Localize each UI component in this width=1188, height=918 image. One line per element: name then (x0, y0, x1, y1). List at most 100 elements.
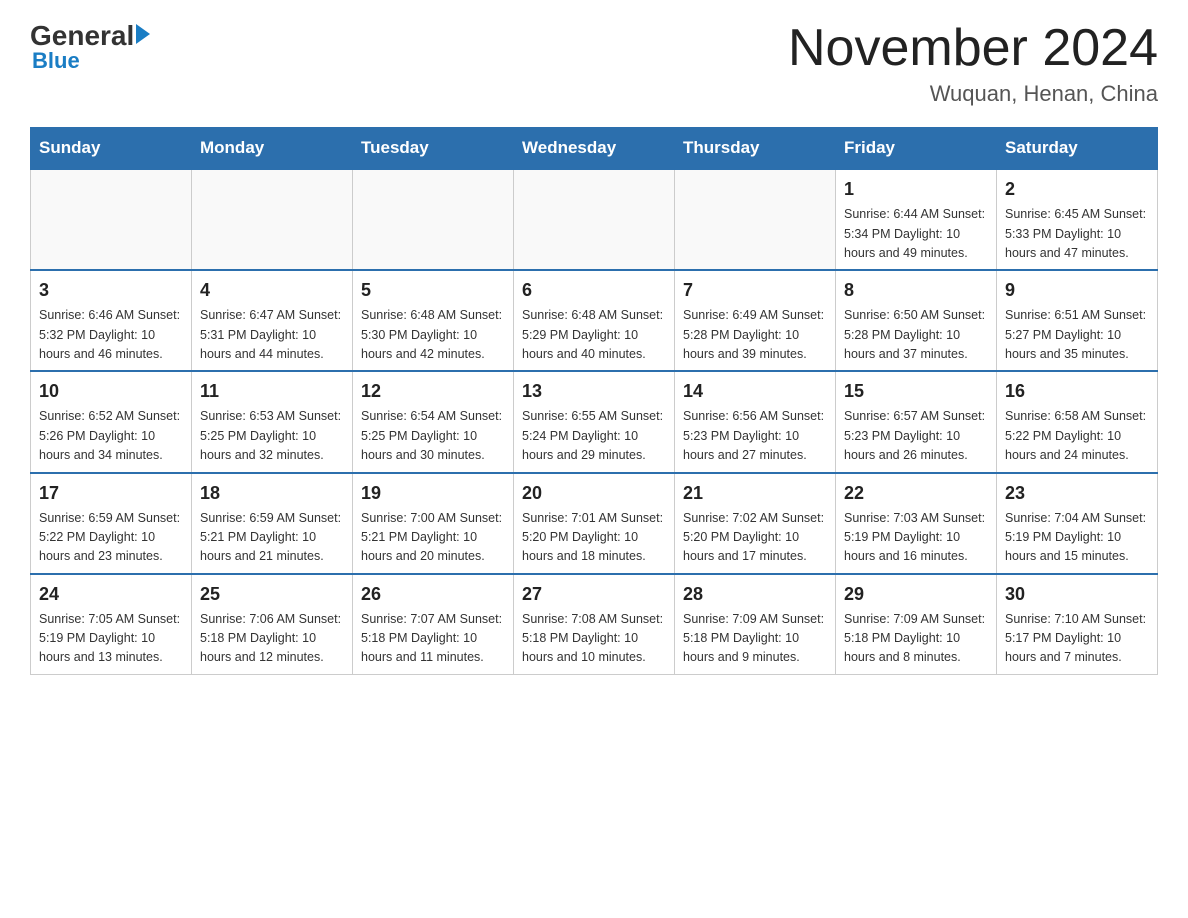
weekday-header-sunday: Sunday (31, 128, 192, 170)
calendar-cell: 21Sunrise: 7:02 AM Sunset: 5:20 PM Dayli… (675, 473, 836, 574)
day-number: 21 (683, 480, 827, 507)
calendar-cell: 24Sunrise: 7:05 AM Sunset: 5:19 PM Dayli… (31, 574, 192, 675)
day-info: Sunrise: 6:51 AM Sunset: 5:27 PM Dayligh… (1005, 306, 1149, 364)
day-number: 24 (39, 581, 183, 608)
calendar-cell: 17Sunrise: 6:59 AM Sunset: 5:22 PM Dayli… (31, 473, 192, 574)
calendar-cell (675, 169, 836, 270)
day-number: 16 (1005, 378, 1149, 405)
weekday-header-monday: Monday (192, 128, 353, 170)
calendar-cell: 25Sunrise: 7:06 AM Sunset: 5:18 PM Dayli… (192, 574, 353, 675)
calendar-cell: 19Sunrise: 7:00 AM Sunset: 5:21 PM Dayli… (353, 473, 514, 574)
day-number: 8 (844, 277, 988, 304)
calendar-cell: 18Sunrise: 6:59 AM Sunset: 5:21 PM Dayli… (192, 473, 353, 574)
location-title: Wuquan, Henan, China (788, 81, 1158, 107)
day-info: Sunrise: 6:59 AM Sunset: 5:21 PM Dayligh… (200, 509, 344, 567)
week-row-5: 24Sunrise: 7:05 AM Sunset: 5:19 PM Dayli… (31, 574, 1158, 675)
day-info: Sunrise: 7:07 AM Sunset: 5:18 PM Dayligh… (361, 610, 505, 668)
week-row-2: 3Sunrise: 6:46 AM Sunset: 5:32 PM Daylig… (31, 270, 1158, 371)
day-number: 29 (844, 581, 988, 608)
weekday-header-thursday: Thursday (675, 128, 836, 170)
calendar-cell: 9Sunrise: 6:51 AM Sunset: 5:27 PM Daylig… (997, 270, 1158, 371)
day-number: 11 (200, 378, 344, 405)
calendar-cell (353, 169, 514, 270)
day-number: 18 (200, 480, 344, 507)
calendar-cell: 23Sunrise: 7:04 AM Sunset: 5:19 PM Dayli… (997, 473, 1158, 574)
day-number: 19 (361, 480, 505, 507)
calendar-cell: 1Sunrise: 6:44 AM Sunset: 5:34 PM Daylig… (836, 169, 997, 270)
calendar-cell: 15Sunrise: 6:57 AM Sunset: 5:23 PM Dayli… (836, 371, 997, 472)
weekday-header-friday: Friday (836, 128, 997, 170)
day-number: 12 (361, 378, 505, 405)
weekday-header-saturday: Saturday (997, 128, 1158, 170)
day-number: 20 (522, 480, 666, 507)
calendar-cell: 6Sunrise: 6:48 AM Sunset: 5:29 PM Daylig… (514, 270, 675, 371)
day-number: 27 (522, 581, 666, 608)
day-info: Sunrise: 6:50 AM Sunset: 5:28 PM Dayligh… (844, 306, 988, 364)
calendar-cell: 3Sunrise: 6:46 AM Sunset: 5:32 PM Daylig… (31, 270, 192, 371)
month-title: November 2024 (788, 20, 1158, 77)
calendar-cell: 22Sunrise: 7:03 AM Sunset: 5:19 PM Dayli… (836, 473, 997, 574)
calendar-cell: 13Sunrise: 6:55 AM Sunset: 5:24 PM Dayli… (514, 371, 675, 472)
day-info: Sunrise: 6:48 AM Sunset: 5:29 PM Dayligh… (522, 306, 666, 364)
week-row-1: 1Sunrise: 6:44 AM Sunset: 5:34 PM Daylig… (31, 169, 1158, 270)
day-number: 5 (361, 277, 505, 304)
logo: General Blue (30, 20, 150, 74)
day-info: Sunrise: 7:08 AM Sunset: 5:18 PM Dayligh… (522, 610, 666, 668)
calendar-cell: 20Sunrise: 7:01 AM Sunset: 5:20 PM Dayli… (514, 473, 675, 574)
day-number: 1 (844, 176, 988, 203)
calendar-cell: 4Sunrise: 6:47 AM Sunset: 5:31 PM Daylig… (192, 270, 353, 371)
calendar-cell: 2Sunrise: 6:45 AM Sunset: 5:33 PM Daylig… (997, 169, 1158, 270)
day-info: Sunrise: 7:10 AM Sunset: 5:17 PM Dayligh… (1005, 610, 1149, 668)
day-number: 13 (522, 378, 666, 405)
day-info: Sunrise: 6:53 AM Sunset: 5:25 PM Dayligh… (200, 407, 344, 465)
day-number: 26 (361, 581, 505, 608)
day-number: 23 (1005, 480, 1149, 507)
day-number: 14 (683, 378, 827, 405)
day-number: 4 (200, 277, 344, 304)
calendar-cell: 30Sunrise: 7:10 AM Sunset: 5:17 PM Dayli… (997, 574, 1158, 675)
calendar-cell (514, 169, 675, 270)
day-number: 9 (1005, 277, 1149, 304)
day-number: 7 (683, 277, 827, 304)
day-info: Sunrise: 6:59 AM Sunset: 5:22 PM Dayligh… (39, 509, 183, 567)
day-info: Sunrise: 6:54 AM Sunset: 5:25 PM Dayligh… (361, 407, 505, 465)
title-area: November 2024 Wuquan, Henan, China (788, 20, 1158, 107)
logo-arrow-icon (136, 24, 150, 44)
day-info: Sunrise: 6:47 AM Sunset: 5:31 PM Dayligh… (200, 306, 344, 364)
day-number: 6 (522, 277, 666, 304)
weekday-header-wednesday: Wednesday (514, 128, 675, 170)
calendar-cell: 10Sunrise: 6:52 AM Sunset: 5:26 PM Dayli… (31, 371, 192, 472)
day-info: Sunrise: 7:09 AM Sunset: 5:18 PM Dayligh… (683, 610, 827, 668)
day-info: Sunrise: 6:56 AM Sunset: 5:23 PM Dayligh… (683, 407, 827, 465)
day-number: 25 (200, 581, 344, 608)
calendar-cell (31, 169, 192, 270)
day-info: Sunrise: 6:49 AM Sunset: 5:28 PM Dayligh… (683, 306, 827, 364)
header: General Blue November 2024 Wuquan, Henan… (30, 20, 1158, 107)
calendar-cell: 12Sunrise: 6:54 AM Sunset: 5:25 PM Dayli… (353, 371, 514, 472)
day-info: Sunrise: 7:06 AM Sunset: 5:18 PM Dayligh… (200, 610, 344, 668)
day-info: Sunrise: 6:45 AM Sunset: 5:33 PM Dayligh… (1005, 205, 1149, 263)
day-number: 28 (683, 581, 827, 608)
week-row-3: 10Sunrise: 6:52 AM Sunset: 5:26 PM Dayli… (31, 371, 1158, 472)
day-number: 10 (39, 378, 183, 405)
day-info: Sunrise: 6:57 AM Sunset: 5:23 PM Dayligh… (844, 407, 988, 465)
day-number: 17 (39, 480, 183, 507)
day-info: Sunrise: 6:58 AM Sunset: 5:22 PM Dayligh… (1005, 407, 1149, 465)
calendar-cell: 5Sunrise: 6:48 AM Sunset: 5:30 PM Daylig… (353, 270, 514, 371)
logo-blue: Blue (32, 48, 80, 74)
day-info: Sunrise: 7:00 AM Sunset: 5:21 PM Dayligh… (361, 509, 505, 567)
day-info: Sunrise: 6:46 AM Sunset: 5:32 PM Dayligh… (39, 306, 183, 364)
day-info: Sunrise: 6:52 AM Sunset: 5:26 PM Dayligh… (39, 407, 183, 465)
calendar-cell: 11Sunrise: 6:53 AM Sunset: 5:25 PM Dayli… (192, 371, 353, 472)
calendar-cell: 16Sunrise: 6:58 AM Sunset: 5:22 PM Dayli… (997, 371, 1158, 472)
day-number: 2 (1005, 176, 1149, 203)
weekday-header-row: SundayMondayTuesdayWednesdayThursdayFrid… (31, 128, 1158, 170)
calendar-cell: 7Sunrise: 6:49 AM Sunset: 5:28 PM Daylig… (675, 270, 836, 371)
calendar-cell: 8Sunrise: 6:50 AM Sunset: 5:28 PM Daylig… (836, 270, 997, 371)
day-info: Sunrise: 7:03 AM Sunset: 5:19 PM Dayligh… (844, 509, 988, 567)
calendar-table: SundayMondayTuesdayWednesdayThursdayFrid… (30, 127, 1158, 675)
weekday-header-tuesday: Tuesday (353, 128, 514, 170)
day-info: Sunrise: 7:04 AM Sunset: 5:19 PM Dayligh… (1005, 509, 1149, 567)
calendar-cell (192, 169, 353, 270)
day-info: Sunrise: 7:09 AM Sunset: 5:18 PM Dayligh… (844, 610, 988, 668)
